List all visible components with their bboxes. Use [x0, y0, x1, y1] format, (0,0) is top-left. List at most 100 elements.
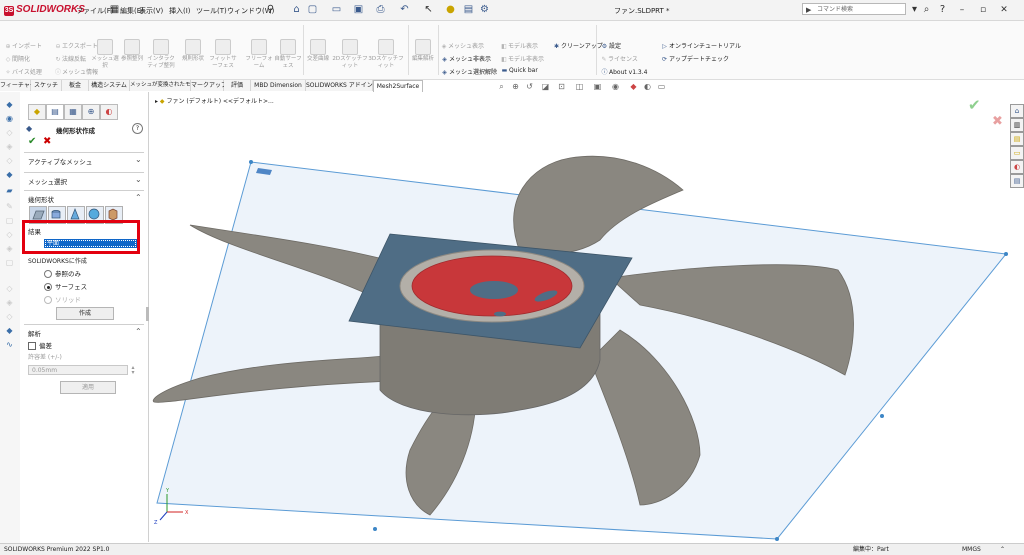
tab-sketch[interactable]: スケッチ	[31, 80, 62, 91]
unit-dropdown-icon[interactable]: ⌃	[1000, 544, 1005, 555]
cmd-hide-model[interactable]: ◧モデル非表示	[500, 54, 544, 63]
design-library-icon[interactable]: ▤	[1010, 132, 1024, 146]
view-settings-icon[interactable]: ▭	[656, 81, 667, 92]
tool-icon[interactable]: ◇	[4, 312, 15, 322]
display-style-icon[interactable]: ▣	[592, 81, 603, 92]
tool-icon[interactable]: ✎	[4, 202, 15, 212]
open-icon[interactable]: ▭	[330, 3, 343, 16]
select-icon[interactable]: ↖	[422, 3, 435, 16]
cmd-hide-mesh[interactable]: ◈ メッシュ非表示	[440, 54, 491, 63]
align-tool-icon[interactable]: ◉	[4, 114, 15, 124]
cmd-vice[interactable]: ✧バイス処理	[4, 67, 41, 76]
undo-icon[interactable]: ↶	[398, 3, 411, 16]
resources-icon[interactable]: ▥	[1010, 118, 1024, 132]
print-icon[interactable]: ⎙	[374, 3, 387, 16]
tab-sheet-metal[interactable]: 板金	[62, 80, 89, 91]
minimize-button[interactable]: –	[955, 3, 969, 17]
option-solid[interactable]: ソリッド	[44, 294, 81, 304]
previous-view-icon[interactable]: ↺	[524, 81, 535, 92]
ok-check-icon[interactable]: ✔	[28, 136, 36, 147]
analysis-tool-icon[interactable]: ◆	[4, 326, 15, 336]
menu-view[interactable]: 表示(V)	[139, 6, 163, 16]
dynamic-annotation-icon[interactable]: ⊡	[556, 81, 567, 92]
menu-tools[interactable]: ツール(T)	[196, 6, 227, 16]
zoom-area-icon[interactable]: ⊕	[510, 81, 521, 92]
cancel-x-icon[interactable]: ✖	[43, 136, 51, 147]
scene-icon[interactable]: ◐	[642, 81, 653, 92]
chevron-up-icon[interactable]: ⌃	[135, 193, 142, 202]
tab-solidworks-addins[interactable]: SOLIDWORKS アドイン	[306, 80, 373, 91]
command-search-input[interactable]: ▶ コマンド検索	[802, 3, 906, 15]
traffic-light-icon[interactable]: ●	[444, 3, 457, 16]
cmd-show-mesh[interactable]: ◈ メッシュ表示	[440, 41, 484, 50]
search-icon[interactable]: ⌕	[920, 3, 933, 16]
tool-icon[interactable]: ◈	[4, 244, 15, 254]
tab-mesh-converted-model[interactable]: メッシュが変換されたモデル	[130, 80, 202, 91]
tab-markup[interactable]: マークアップ	[191, 80, 227, 91]
section-active-mesh[interactable]: アクティブなメッシュ	[28, 156, 92, 166]
plane-tool-icon[interactable]: ▰	[4, 186, 15, 196]
options-gear-icon[interactable]: ⚙	[478, 3, 491, 16]
cmd-2d-sketch-fit[interactable]: 2Dスケッチフィット	[332, 39, 368, 70]
cmd-regular-shape[interactable]: 規則形状	[178, 39, 208, 63]
file-explorer-icon[interactable]: ▭	[1010, 146, 1024, 160]
close-button[interactable]: ✕	[997, 3, 1011, 17]
appearance-icon[interactable]: ◆	[628, 81, 639, 92]
cmd-deselect-mesh[interactable]: ◈ メッシュ選択解除	[440, 67, 497, 76]
appearances-icon[interactable]: ◐	[1010, 160, 1024, 174]
solidworks-logo[interactable]: 3S SOLIDWORKS	[4, 4, 85, 16]
option-surface[interactable]: サーフェス	[44, 281, 87, 291]
custom-properties-icon[interactable]: ▤	[1010, 174, 1024, 188]
tool-icon[interactable]: ◇	[4, 128, 15, 138]
tab-evaluate[interactable]: 評価	[224, 80, 251, 91]
menu-grid-icon[interactable]: ▦	[108, 3, 121, 16]
confirm-corner-check-icon[interactable]: ✔	[968, 96, 981, 114]
section-geometry[interactable]: 幾何形状	[28, 194, 54, 204]
cmd-flip-normals[interactable]: ↻法線反転	[54, 54, 86, 63]
feature-manager-tab-icon[interactable]: ◆	[28, 104, 46, 120]
unit-system[interactable]: MMGS	[962, 544, 981, 555]
menu-insert[interactable]: 挿入(I)	[169, 6, 191, 16]
section-analysis[interactable]: 解析	[28, 328, 41, 338]
tab-features[interactable]: フィーチャー	[0, 80, 36, 91]
cmd-settings[interactable]: ⚙ 設定	[600, 41, 621, 50]
surface-tool-icon[interactable]: ◆	[4, 170, 15, 180]
cmd-update-check[interactable]: ⟳ アップデートチェック	[660, 54, 729, 63]
tab-mbd-dimension[interactable]: MBD Dimension	[251, 80, 306, 91]
cmd-fit-surface[interactable]: フィットサーフェス	[208, 39, 238, 70]
cmd-3d-sketch-fit[interactable]: 3Dスケッチフィット	[368, 39, 404, 70]
view-orientation-icon[interactable]: ◫	[574, 81, 585, 92]
pin-icon[interactable]: ⚲	[264, 3, 277, 16]
tool-icon[interactable]: ▢	[4, 258, 15, 268]
radio-button[interactable]	[44, 296, 52, 304]
tool-icon[interactable]: ◈	[4, 298, 15, 308]
help-icon[interactable]: ?	[936, 3, 949, 16]
checkbox[interactable]	[28, 342, 36, 350]
chevron-down-icon[interactable]: ⌄	[135, 175, 142, 184]
radio-button-selected[interactable]	[44, 283, 52, 291]
restore-button[interactable]: ▫	[976, 3, 990, 17]
hide-show-icon[interactable]: ◉	[610, 81, 621, 92]
section-mesh-select[interactable]: メッシュ選択	[28, 176, 67, 186]
cmd-thin[interactable]: ◇ 間隔化	[4, 54, 30, 63]
zoom-to-fit-icon[interactable]: ⌕	[496, 81, 507, 92]
create-button[interactable]: 作成	[56, 307, 114, 320]
cmd-import[interactable]: ⊕インポート	[4, 41, 42, 50]
help-icon[interactable]: ?	[132, 123, 143, 134]
config-manager-tab-icon[interactable]: ▦	[64, 104, 82, 120]
cmd-show-model[interactable]: ◧モデル表示	[500, 41, 538, 50]
tool-icon[interactable]: ◈	[4, 142, 15, 152]
feature-tree-item[interactable]: ファン (デフォルト) <<デフォルト>...	[166, 98, 273, 105]
result-list-item[interactable]: 平面	[44, 239, 137, 248]
tool-icon[interactable]: ▢	[4, 216, 15, 226]
section-view-icon[interactable]: ◪	[540, 81, 551, 92]
display-manager-tab-icon[interactable]: ◐	[100, 104, 118, 120]
deviation-checkbox[interactable]: 偏差	[28, 340, 52, 350]
tool-icon[interactable]: ◇	[4, 284, 15, 294]
property-manager-tab-icon[interactable]: ▤	[46, 104, 64, 120]
tolerance-input[interactable]: 0.05mm	[28, 365, 128, 375]
cmd-intersect-curve[interactable]: 交差曲線	[303, 39, 333, 63]
cmd-ref-align[interactable]: 参照整列	[117, 39, 147, 63]
mesh-tool-icon[interactable]: ◆	[4, 100, 15, 110]
tab-structure-system[interactable]: 構造システム	[89, 80, 130, 91]
